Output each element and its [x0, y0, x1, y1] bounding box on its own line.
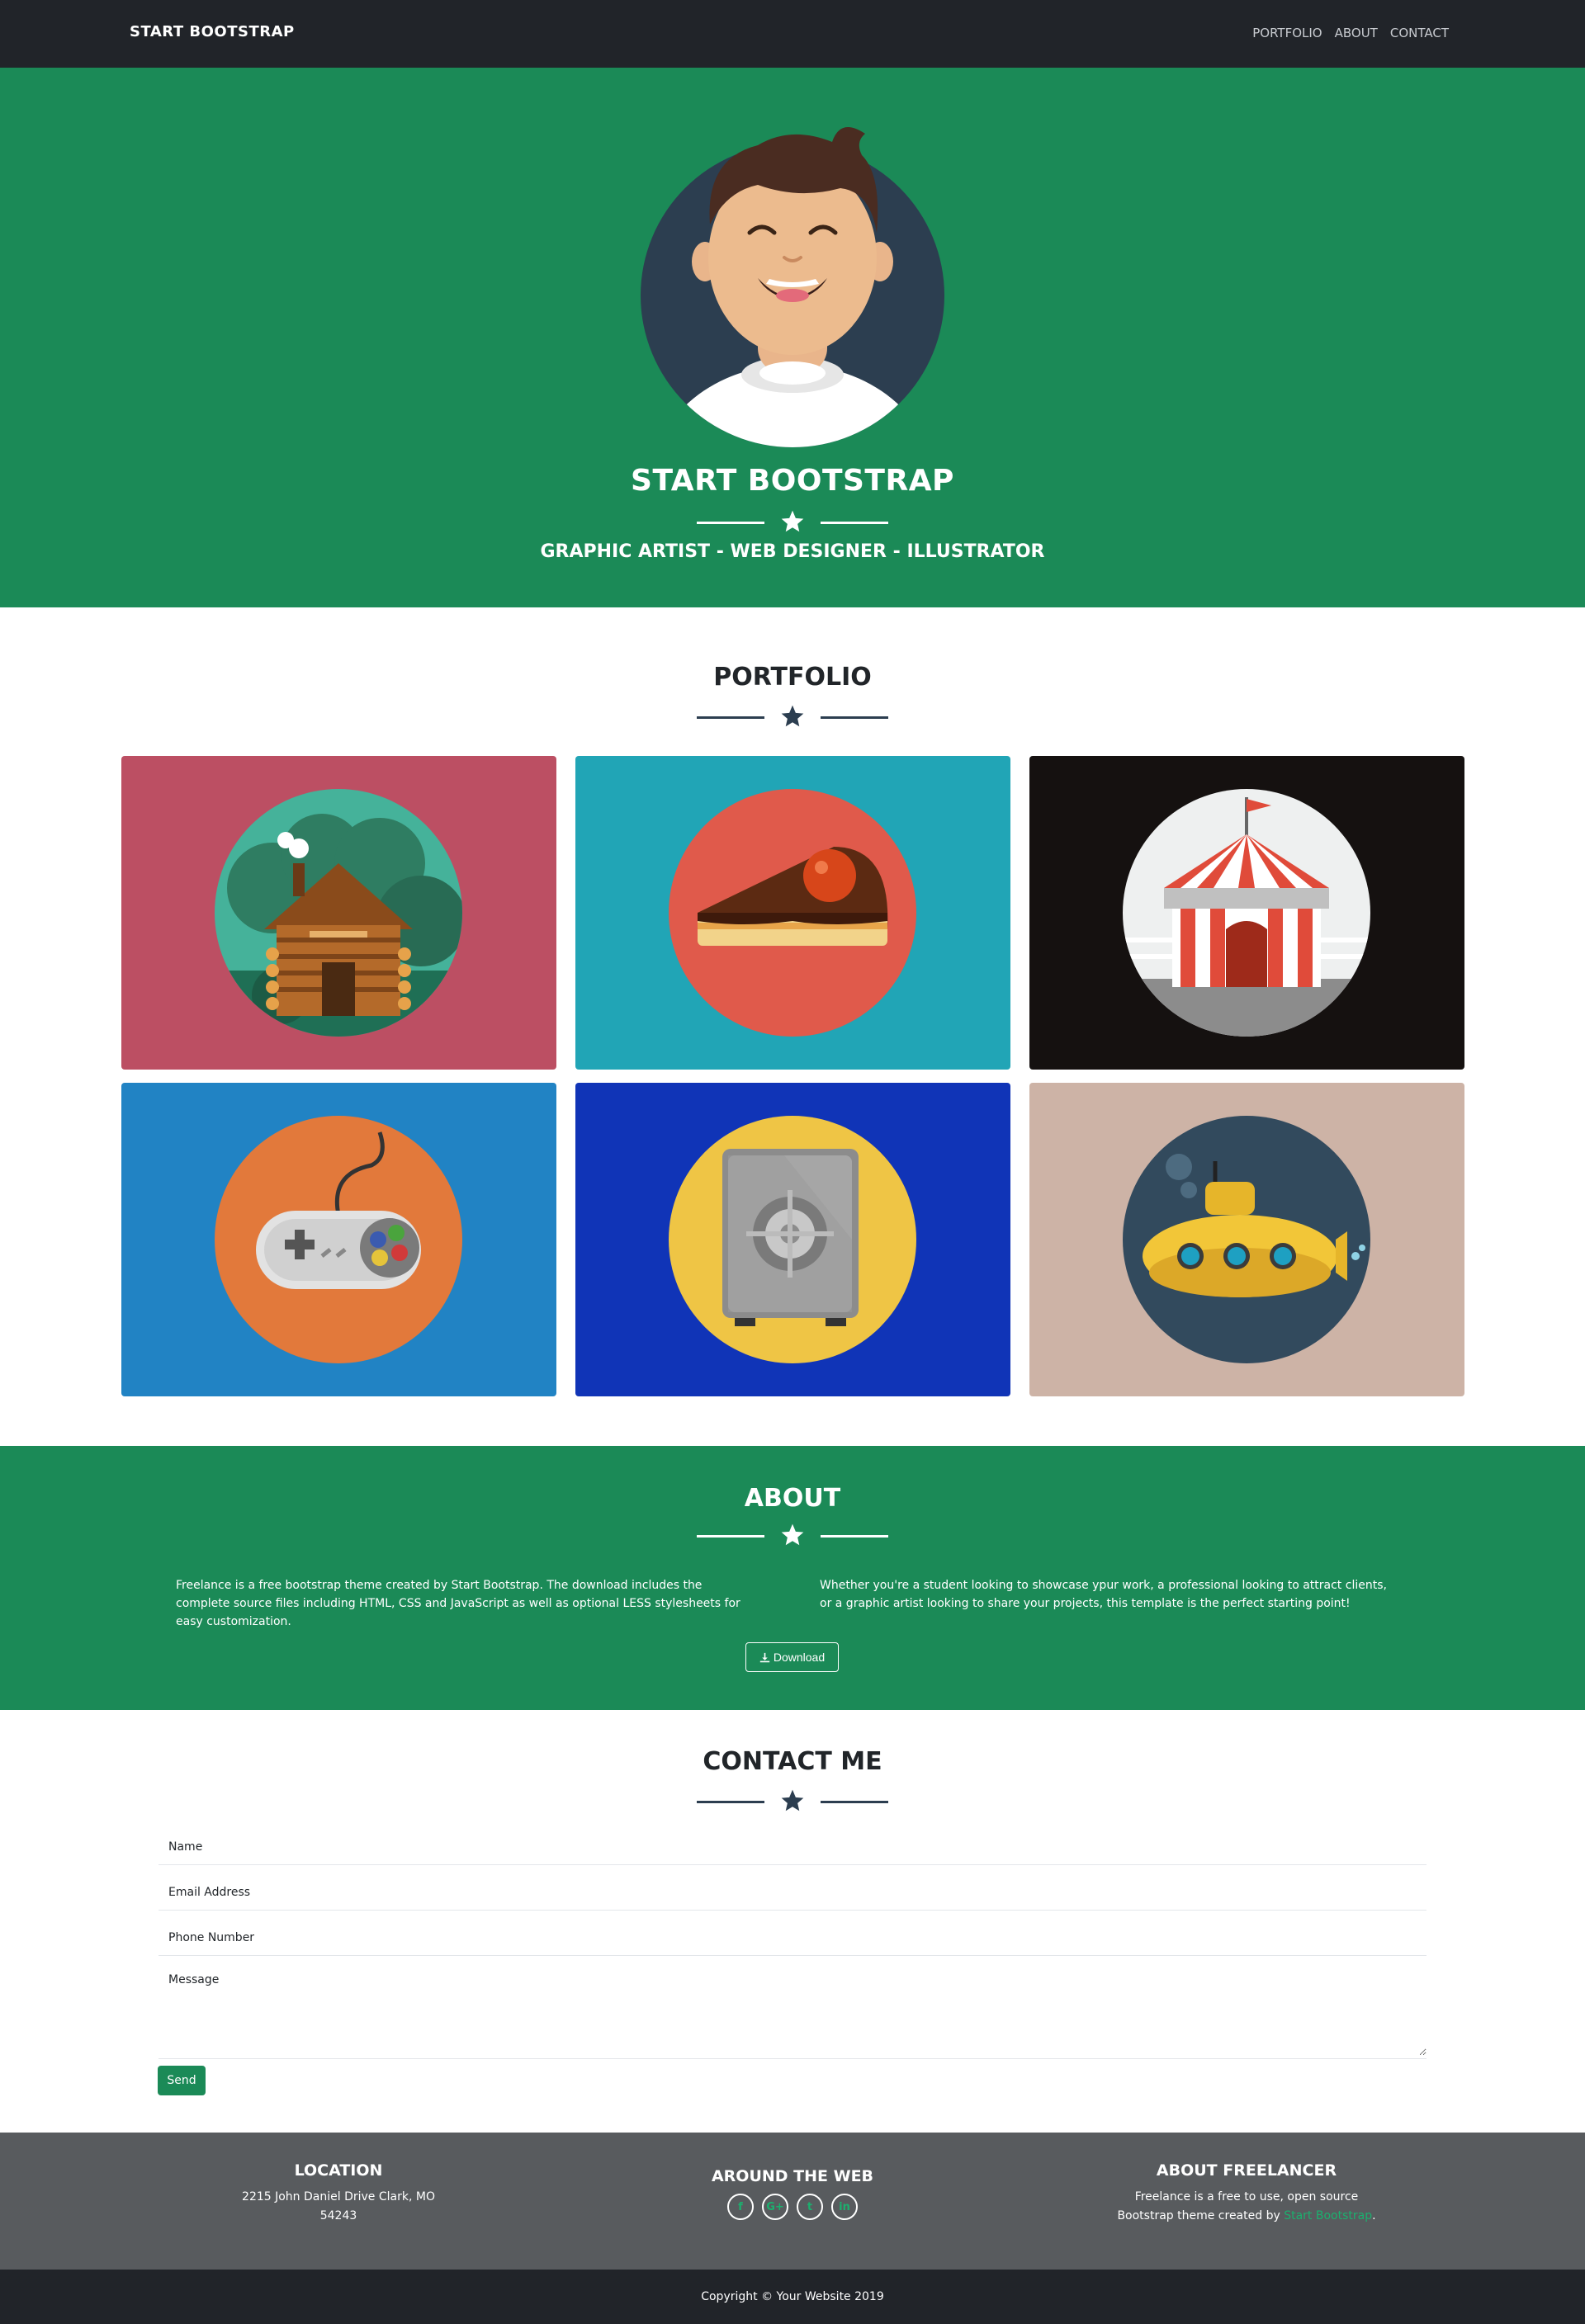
divider-line [697, 522, 764, 524]
footer-around-web: AROUND THE WEB f G+ t in [627, 2167, 958, 2220]
portfolio-item-game-controller[interactable] [121, 1083, 556, 1396]
facebook-icon[interactable]: f [727, 2194, 754, 2220]
footer-about: ABOUT FREELANCER Freelance is a free to … [1081, 2161, 1412, 2226]
footer-location-heading: LOCATION [294, 2161, 383, 2180]
about-heading: ABOUT [744, 1484, 841, 1513]
about-text-right: Whether you're a student looking to show… [820, 1579, 1387, 1610]
submarine-icon [1123, 1116, 1370, 1363]
avatar-illustration [641, 127, 944, 447]
portfolio-star-divider [697, 703, 888, 731]
portfolio-item-circus-tent[interactable] [1029, 756, 1464, 1070]
message-textarea[interactable] [158, 1967, 1426, 2056]
download-button[interactable]: Download [745, 1642, 839, 1672]
download-label: Download [773, 1651, 826, 1664]
footer-web-heading: AROUND THE WEB [711, 2167, 874, 2185]
footer-location: LOCATION 2215 John Daniel Drive Clark, M… [173, 2161, 504, 2226]
hero-masthead: START BOOTSTRAP GRAPHIC ARTIST - WEB DES… [0, 68, 1585, 607]
game-controller-icon [215, 1116, 462, 1363]
star-icon [781, 510, 804, 532]
google-plus-icon[interactable]: G+ [762, 2194, 788, 2220]
portfolio-item-cabin[interactable] [121, 756, 556, 1070]
send-button[interactable]: Send [158, 2066, 206, 2095]
portfolio-item-cake[interactable] [575, 756, 1010, 1070]
email-field-wrap [158, 1876, 1426, 1911]
footer-about-line2: Bootstrap theme created by Start Bootstr… [1081, 2207, 1412, 2226]
about-text-left: Freelance is a free bootstrap theme crea… [176, 1579, 740, 1628]
divider-line [821, 1801, 888, 1803]
hero-subtitle: GRAPHIC ARTIST - WEB DESIGNER - ILLUSTRA… [540, 541, 1045, 562]
star-icon [781, 1523, 804, 1546]
navbar: START BOOTSTRAP PORTFOLIO ABOUT CONTACT [0, 0, 1585, 68]
social-links: f G+ t in [627, 2194, 958, 2220]
contact-star-divider [697, 1788, 888, 1816]
footer-about-suffix: . [1372, 2209, 1376, 2222]
star-icon [781, 705, 804, 727]
hero-star-divider [697, 508, 888, 536]
footer-address-line2: 54243 [319, 2209, 357, 2222]
portfolio-heading: PORTFOLIO [713, 663, 872, 692]
phone-field-wrap [158, 1921, 1426, 1956]
name-input[interactable] [158, 1834, 1426, 1860]
star-icon [781, 1789, 804, 1811]
divider-line [697, 1801, 764, 1803]
footer-about-line1: Freelance is a free to use, open source [1134, 2190, 1359, 2204]
divider-line [697, 716, 764, 719]
nav-link-about[interactable]: ABOUT [1335, 26, 1378, 40]
safe-icon [669, 1116, 916, 1363]
footer-about-heading: ABOUT FREELANCER [1156, 2161, 1337, 2180]
divider-line [821, 716, 888, 719]
divider-line [821, 1535, 888, 1538]
hero-title: START BOOTSTRAP [631, 464, 954, 498]
footer: LOCATION 2215 John Daniel Drive Clark, M… [0, 2133, 1585, 2270]
message-field-wrap [158, 1967, 1426, 2059]
portfolio-item-submarine[interactable] [1029, 1083, 1464, 1396]
footer-address-line1: 2215 John Daniel Drive Clark, MO [242, 2190, 435, 2204]
circus-tent-icon [1123, 789, 1370, 1037]
linkedin-icon[interactable]: in [831, 2194, 858, 2220]
name-field-wrap [158, 1830, 1426, 1865]
phone-input[interactable] [158, 1925, 1426, 1951]
divider-line [697, 1535, 764, 1538]
start-bootstrap-link[interactable]: Start Bootstrap [1284, 2209, 1372, 2222]
copyright-bar: Copyright © Your Website 2019 [0, 2270, 1585, 2324]
footer-about-prefix: Bootstrap theme created by [1117, 2209, 1280, 2222]
contact-heading: CONTACT ME [703, 1747, 882, 1776]
cabin-icon [215, 789, 462, 1037]
cake-icon [669, 789, 916, 1037]
twitter-icon[interactable]: t [797, 2194, 823, 2220]
download-icon [759, 1652, 770, 1662]
brand-logo[interactable]: START BOOTSTRAP [130, 23, 295, 40]
about-section: ABOUT Freelance is a free bootstrap them… [0, 1446, 1585, 1710]
nav-link-contact[interactable]: CONTACT [1390, 26, 1449, 40]
divider-line [821, 522, 888, 524]
about-star-divider [697, 1522, 888, 1550]
nav-links: PORTFOLIO ABOUT CONTACT [1252, 26, 1449, 40]
email-input[interactable] [158, 1879, 1426, 1906]
nav-link-portfolio[interactable]: PORTFOLIO [1252, 26, 1322, 40]
portfolio-item-safe[interactable] [575, 1083, 1010, 1396]
